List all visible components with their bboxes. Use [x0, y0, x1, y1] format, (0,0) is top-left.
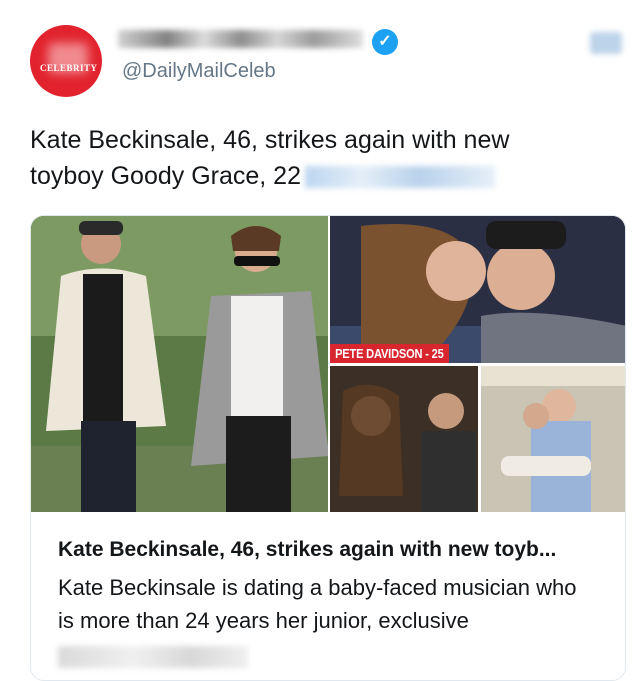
avatar[interactable]: CELEBRITY	[30, 25, 102, 97]
photo-woman-sunglasses	[234, 256, 280, 266]
tweet-text-line-1: Kate Beckinsale, 46, strikes again with …	[30, 126, 510, 154]
tweet-link-redacted[interactable]	[304, 166, 495, 189]
card-domain-redacted	[58, 646, 248, 668]
photo-kiss-woman-face	[426, 241, 486, 301]
image-caption-label: PETE DAVIDSON - 25	[330, 344, 449, 363]
photo-woman-top	[231, 296, 283, 421]
photo-kiss-man-cap	[486, 221, 566, 249]
photo-woman-pants	[226, 416, 291, 512]
verified-badge-icon: ✓	[372, 29, 398, 55]
photo-man-hat	[79, 221, 123, 235]
card-description: Kate Beckinsale is dating a baby-faced m…	[58, 575, 577, 633]
photo-couple-man-face	[428, 393, 464, 429]
photo-kiss-man-face	[487, 242, 555, 310]
photo-man-pants	[81, 421, 136, 512]
link-card[interactable]: PETE DAVIDSON - 25 Kate Beckinsale, 46, …	[30, 215, 626, 681]
tweet-text-line-2: toyboy Goody Grace, 22	[30, 158, 620, 194]
photo-couple-man-body	[421, 431, 476, 512]
photo-man-shirt	[83, 274, 123, 424]
card-image[interactable]: PETE DAVIDSON - 25	[31, 216, 625, 512]
photo-hug-woman-face	[523, 403, 549, 429]
photo-couple-woman-hair	[339, 384, 403, 496]
collage-divider-horizontal	[329, 363, 625, 366]
account-handle[interactable]: @DailyMailCeleb	[122, 60, 276, 83]
tweet-text: Kate Beckinsale, 46, strikes again with …	[30, 122, 620, 194]
more-menu-icon[interactable]	[590, 32, 622, 54]
tweet: CELEBRITY ✓ @DailyMailCeleb Kate Beckins…	[0, 0, 640, 681]
avatar-label: CELEBRITY	[40, 63, 98, 73]
card-title[interactable]: Kate Beckinsale, 46, strikes again with …	[58, 538, 618, 562]
photo-hug-arms	[501, 456, 591, 476]
display-name-redacted	[118, 30, 363, 48]
photo-hug-sign	[481, 366, 625, 386]
collage-divider-bottom	[478, 366, 481, 512]
display-name[interactable]	[118, 28, 368, 52]
tweet-text-line-2-text: toyboy Goody Grace, 22	[30, 162, 301, 190]
card-image-collage	[31, 216, 625, 512]
